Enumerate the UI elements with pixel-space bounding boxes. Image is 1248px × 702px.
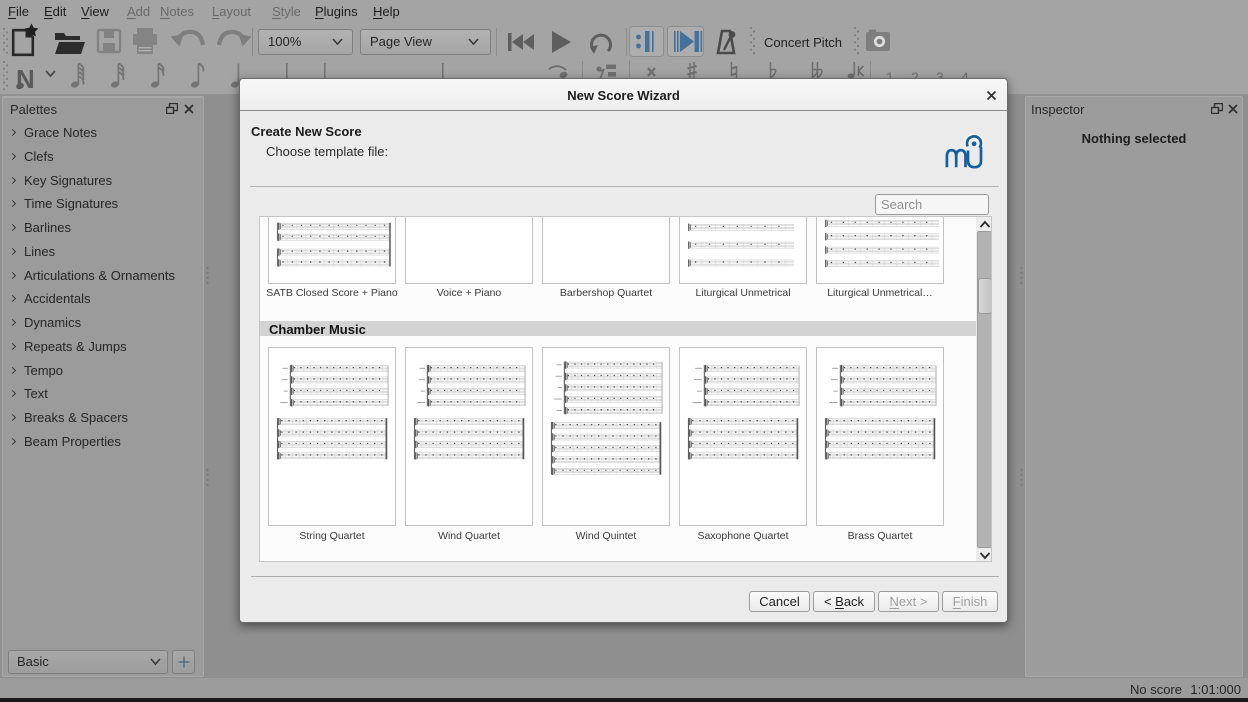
svg-text:N: N — [16, 64, 35, 94]
